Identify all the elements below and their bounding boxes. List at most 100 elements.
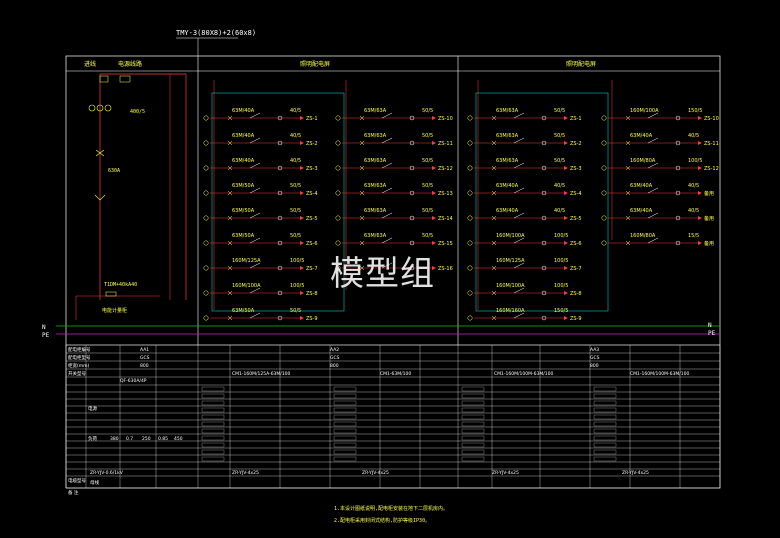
circuit-2-4: 63M/63A 50/5 ZS-13 [335,183,453,197]
svg-text:ZR-YJV-0.6/1kV: ZR-YJV-0.6/1kV [90,470,124,476]
circuit-ct: 50/5 [554,108,565,114]
circuit-rating: 63M/40A [630,133,653,139]
circuit-1-1: 63M/40A 40/5 ZS-1 [203,108,318,122]
circuit-2-1: 63M/63A 50/5 ZS-10 [335,108,453,122]
circuit-ct: 40/5 [290,158,301,164]
circuit-rating: 160M/100A [232,283,261,289]
circuit-label: ZS-5 [306,216,318,222]
circuit-3-3: 63M/63A 50/5 ZS-3 [467,158,582,172]
note-1: 1.本设计图纸说明,配电柜安装在地下二层机房内。 [334,505,448,512]
svg-text:0.85: 0.85 [158,436,168,442]
svg-text:AA1: AA1 [140,347,149,353]
circuit-ct: 50/5 [422,183,433,189]
svg-text:QF-630A/4P: QF-630A/4P [120,378,147,384]
svg-text:ZR-YJV-4x25: ZR-YJV-4x25 [362,470,389,476]
svg-text:负荷: 负荷 [88,435,97,442]
circuit-rating: 63M/40A [496,208,519,214]
circuit-ct: 100/5 [554,233,568,239]
circuit-ct: 150/5 [554,308,568,314]
svg-text:母线: 母线 [90,479,99,486]
svg-text:800: 800 [330,363,339,369]
circuit-4-2: 63M/40A 40/5 ZS-11 [601,133,719,147]
svg-text:配电柜型号: 配电柜型号 [68,354,91,361]
circuit-rating: 63M/40A [232,108,255,114]
circuit-ct: 100/5 [290,283,304,289]
circuit-label: ZS-4 [306,191,318,197]
circuit-4-6: 160M/80A 15/5 备用 [601,233,714,247]
circuit-ct: 150/5 [688,108,702,114]
circuit-ct: 50/5 [422,233,433,239]
circuit-3-7: 160M/125A 100/5ZS-7 [467,258,582,272]
circuit-ct: 40/5 [290,108,301,114]
circuit-4-3: 160M/80A 100/5ZS-12 [601,158,719,172]
circuit-4-1: 160M/100A 150/5ZS-10 [601,108,719,122]
circuit-ct: 50/5 [422,158,433,164]
circuit-rating: 63M/40A [232,133,255,139]
circuit-label: ZS-3 [306,166,318,172]
circuit-rating: 63M/40A [630,183,653,189]
svg-text:0.7: 0.7 [126,436,133,442]
svg-text:CM1-160M/125A-63M/100: CM1-160M/125A-63M/100 [232,371,291,377]
circuit-rating: 63M/63A [496,133,519,139]
circuit-label: ZS-7 [306,266,318,272]
svg-text:电缆型号: 电缆型号 [68,477,86,484]
svg-text:400/5: 400/5 [130,109,145,115]
svg-text:800: 800 [140,363,149,369]
circuit-rating: 63M/63A [496,158,519,164]
circuit-3-6: 160M/100A 100/5ZS-6 [467,233,582,247]
circuit-2-3: 63M/63A 50/5 ZS-12 [335,158,453,172]
circuit-ct: 50/5 [422,133,433,139]
circuit-label: ZS-1 [306,116,318,122]
circuit-rating: 63M/40A [496,183,519,189]
circuit-label: 备用 [704,190,714,197]
circuit-2-6: 63M/63A 50/5 ZS-15 [335,233,453,247]
circuit-ct: 100/5 [554,283,568,289]
incoming-title-right: 电源线路 [118,60,142,68]
svg-text:电能计量柜: 电能计量柜 [102,307,127,314]
circuit-rating: 160M/100A [496,283,525,289]
svg-text:AA2: AA2 [330,347,339,353]
circuit-rating: 63M/63A [364,233,387,239]
circuit-3-5: 63M/40A 40/5 ZS-5 [467,208,582,222]
circuit-rating: 160M/80A [630,233,656,239]
svg-text:250: 250 [142,436,151,442]
circuit-rating: 160M/80A [630,158,656,164]
circuit-label: ZS-8 [306,291,318,297]
circuit-ct: 50/5 [290,183,301,189]
circuit-3-1: 63M/63A 50/5 ZS-1 [467,108,582,122]
circuit-label: ZS-16 [438,266,453,272]
circuit-rating: 160M/125A [496,258,525,264]
svg-text:450: 450 [174,436,183,442]
svg-text:GCS: GCS [590,355,600,361]
circuit-ct: 100/5 [688,158,702,164]
circuit-ct: 50/5 [290,233,301,239]
svg-text:800: 800 [590,363,599,369]
svg-text:配电柜编号: 配电柜编号 [68,346,91,353]
watermark-text: 模型组 [330,254,435,294]
circuit-rating: 63M/40A [232,158,255,164]
circuit-1-4: 63M/50A 50/5 ZS-4 [203,183,318,197]
circuit-label: ZS-7 [570,266,582,272]
incoming-feeder: 400/5 630A T1DM+40kA40 电能计量柜 [75,73,187,320]
circuit-1-8: 160M/100A 100/5ZS-8 [203,283,318,297]
svg-text:380: 380 [110,436,119,442]
svg-text:开关型号: 开关型号 [68,370,86,377]
circuit-1-7: 160M/125A 100/5ZS-7 [203,258,318,272]
circuit-label: 备用 [704,215,714,222]
svg-text:AA3: AA3 [590,347,599,353]
svg-text:630A: 630A [108,168,120,174]
circuit-label: ZS-11 [438,141,453,147]
svg-text:CM1-63M/100: CM1-63M/100 [380,371,411,377]
circuit-ct: 100/5 [290,258,304,264]
circuit-rating: 63M/50A [232,233,255,239]
circuit-rating: 63M/63A [364,183,387,189]
circuit-label: 备用 [704,240,714,247]
circuit-3-4: 63M/40A 40/5 ZS-4 [467,183,582,197]
lighting-a-title: 照明配电屏 [300,60,330,68]
circuit-rating: 63M/63A [496,108,519,114]
circuit-1-6: 63M/50A 50/5 ZS-6 [203,233,318,247]
circuit-ct: 40/5 [554,208,565,214]
circuit-label: ZS-8 [570,291,582,297]
circuit-4-4: 63M/40A 40/5 备用 [601,183,714,197]
circuit-3-2: 63M/63A 50/5 ZS-2 [467,133,582,147]
